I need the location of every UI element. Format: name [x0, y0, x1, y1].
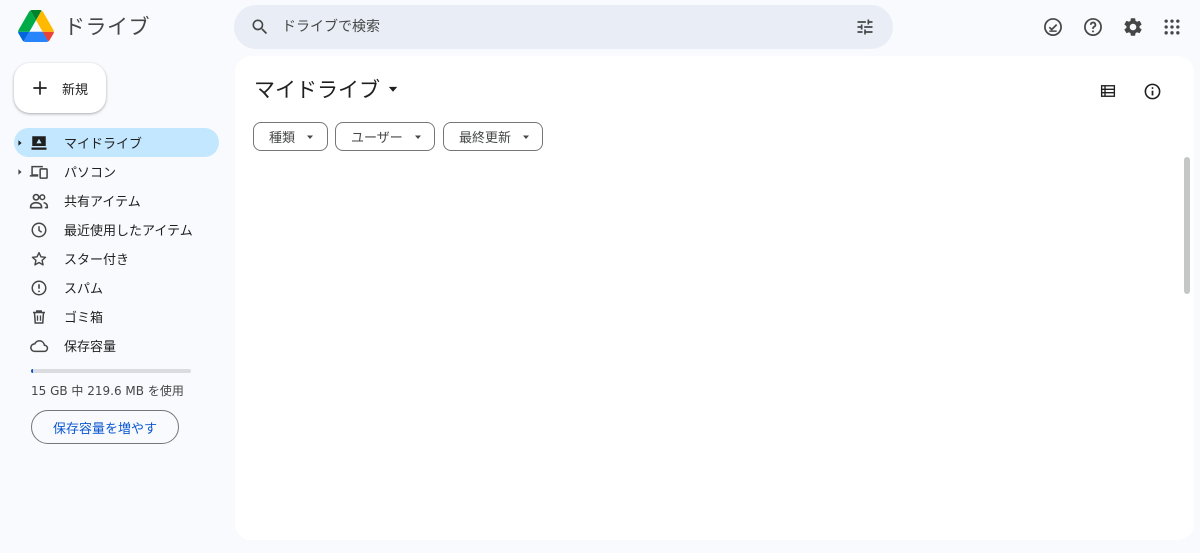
sidebar-item-label: 最近使用したアイテム: [64, 224, 193, 239]
get-more-storage-button[interactable]: 保存容量を増やす: [31, 410, 179, 444]
settings-icon[interactable]: [1116, 10, 1150, 44]
scrollbar-thumb[interactable]: [1184, 157, 1190, 294]
my-drive-icon: [28, 132, 50, 154]
expand-caret-icon[interactable]: [14, 128, 26, 157]
sidebar-item-label: マイドライブ: [64, 137, 143, 152]
sidebar-item-storage[interactable]: 保存容量: [14, 331, 219, 360]
caret-down-icon: [414, 135, 421, 139]
filter-chip-label: ユーザー: [351, 131, 403, 146]
filter-chip-label: 最終更新: [459, 131, 512, 146]
star-icon: [28, 248, 50, 270]
sidebar-item-recent[interactable]: 最近使用したアイテム: [14, 215, 219, 244]
sidebar-nav: マイドライブ パソコン 共有アイテム 最近使用したアイテム スター付き スパム …: [14, 128, 219, 360]
scrollbar[interactable]: [1180, 56, 1194, 540]
storage-usage-text: 15 GB 中 219.6 MB を使用: [31, 384, 184, 398]
sidebar-item-label: スパム: [64, 282, 104, 297]
sidebar-item-my-drive[interactable]: マイドライブ: [14, 128, 219, 157]
filter-chip-type[interactable]: 種類: [253, 122, 328, 151]
storage-usage-bar: [31, 369, 191, 373]
search-bar[interactable]: [234, 5, 893, 49]
offline-status-icon[interactable]: [1036, 10, 1070, 44]
new-button[interactable]: 新規: [14, 63, 106, 113]
caret-down-icon: [307, 135, 314, 139]
spam-icon: [28, 277, 50, 299]
sidebar-item-label: 保存容量: [64, 340, 117, 355]
clock-icon: [28, 219, 50, 241]
computers-icon: [28, 161, 50, 183]
search-options-icon[interactable]: [843, 5, 887, 49]
filter-chip-modified[interactable]: 最終更新: [443, 122, 543, 151]
page-title-dropdown[interactable]: マイドライブ: [254, 74, 400, 104]
shared-icon: [28, 190, 50, 212]
help-icon[interactable]: [1076, 10, 1110, 44]
search-input[interactable]: [282, 5, 843, 49]
search-icon[interactable]: [238, 5, 282, 49]
caret-down-icon: [523, 135, 530, 139]
apps-grid-icon[interactable]: [1155, 10, 1189, 44]
sidebar-item-label: スター付き: [64, 253, 130, 268]
list-view-icon[interactable]: [1094, 77, 1122, 105]
sidebar-item-spam[interactable]: スパム: [14, 273, 219, 302]
plus-icon: [33, 81, 47, 95]
new-button-label: 新規: [62, 82, 89, 98]
sidebar-item-label: 共有アイテム: [64, 195, 141, 210]
sidebar-item-starred[interactable]: スター付き: [14, 244, 219, 273]
cloud-icon: [28, 335, 50, 357]
sidebar-item-label: ゴミ箱: [64, 311, 104, 326]
filter-chip-label: 種類: [269, 131, 296, 146]
sidebar-item-trash[interactable]: ゴミ箱: [14, 302, 219, 331]
drive-brand[interactable]: ドライブ: [18, 8, 150, 44]
storage-usage-fill: [31, 369, 34, 373]
caret-down-icon: [388, 86, 398, 92]
app-name: ドライブ: [64, 15, 150, 39]
expand-caret-icon[interactable]: [14, 157, 26, 186]
filter-chip-people[interactable]: ユーザー: [335, 122, 435, 151]
trash-icon: [28, 306, 50, 328]
sidebar-item-label: パソコン: [64, 166, 117, 181]
sidebar-item-computers[interactable]: パソコン: [14, 157, 219, 186]
drive-logo-icon: [18, 10, 54, 42]
main-panel: マイドライブ 種類 ユーザー 最終更新: [235, 56, 1194, 540]
info-icon[interactable]: [1138, 77, 1166, 105]
drive-app: ドライブ 新規: [0, 0, 1200, 553]
sidebar-item-shared[interactable]: 共有アイテム: [14, 186, 219, 215]
page-title: マイドライブ: [254, 78, 380, 102]
